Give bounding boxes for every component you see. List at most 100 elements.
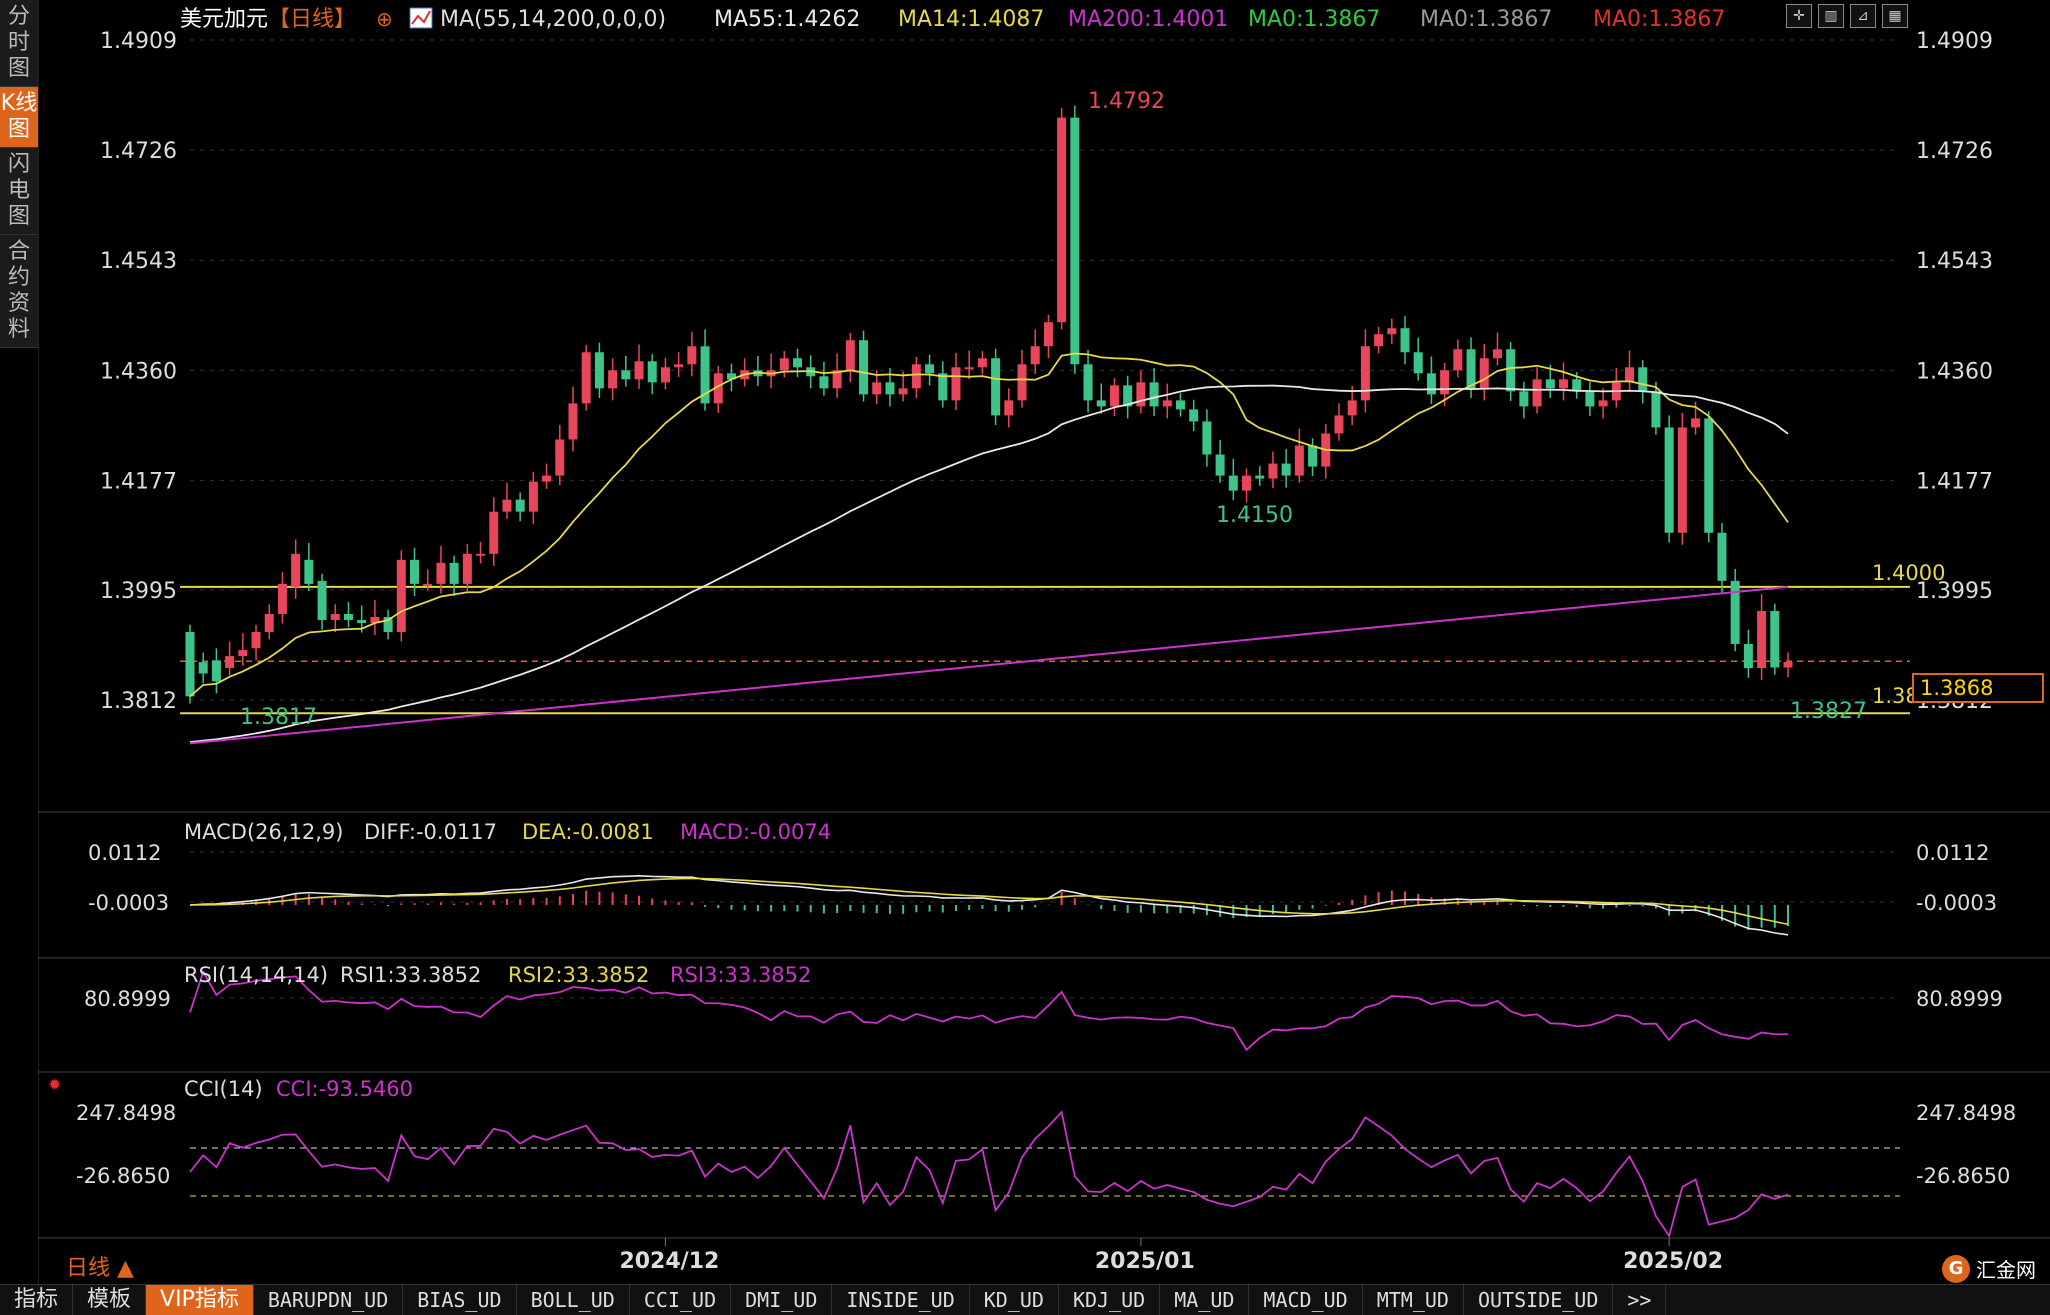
ma0-gray-value: MA0:1.3867: [1420, 7, 1552, 32]
candle-body: [436, 562, 446, 584]
period-selector[interactable]: 日线 ▲: [66, 1250, 134, 1282]
ma200-value: MA200:1.4001: [1068, 7, 1228, 32]
ma14-value: MA14:1.4087: [898, 7, 1044, 32]
candle-body: [1242, 475, 1252, 491]
indicator-tab-14[interactable]: OUTSIDE_UD: [1464, 1285, 1614, 1315]
indicator-tab-0[interactable]: 指标: [0, 1285, 74, 1315]
candle-body: [198, 662, 208, 674]
cci-panel: 247.8498 247.8498 -26.8650 -26.8650: [76, 1101, 2016, 1239]
rsi2-value: RSI2:33.3852: [508, 963, 649, 987]
price-tick-right: 1.4360: [1916, 359, 1993, 384]
tab-flash-chart[interactable]: 闪电图: [0, 148, 38, 235]
add-icon[interactable]: ⊕: [376, 7, 393, 31]
indicator-tab-10[interactable]: KDJ_UD: [1059, 1285, 1161, 1315]
candle-body: [1466, 349, 1476, 389]
chart-area[interactable]: 0.0112 0.0112 -0.0003 -0.0003 80.8999 80.899…: [38, 0, 2050, 1284]
macd-value: MACD:-0.0074: [680, 820, 831, 844]
candle-body: [1360, 346, 1370, 401]
candle-body: [225, 656, 235, 669]
price-tick-left: 1.3812: [100, 689, 177, 714]
indicator-tab-6[interactable]: CCI_UD: [630, 1285, 732, 1315]
cci-tick-left: 247.8498: [76, 1101, 176, 1125]
price-tick-left: 1.4360: [100, 359, 177, 384]
price-tick-right: 1.4726: [1916, 139, 1993, 164]
line-chart-icon[interactable]: ⊿: [1850, 4, 1876, 28]
price-tick-left: 1.4726: [100, 139, 177, 164]
candle-chart-icon[interactable]: ▦: [1882, 4, 1908, 28]
crosshair-icon[interactable]: ✛: [1786, 4, 1812, 28]
candle-body: [449, 562, 459, 584]
logo: G 汇金网: [1942, 1254, 2036, 1283]
ma55-value: MA55:1.4262: [714, 7, 860, 32]
candle-body: [674, 364, 684, 368]
tab-time-chart[interactable]: 分时图: [0, 0, 38, 87]
indicator-tab-5[interactable]: BOLL_UD: [517, 1285, 630, 1315]
candle-body: [1625, 367, 1635, 383]
candle-body: [687, 346, 697, 365]
x-tick-label: 2025/01: [1095, 1249, 1195, 1274]
price-tick-right: 1.4177: [1916, 469, 1993, 494]
candle-body: [1030, 346, 1040, 365]
indicator-tab-11[interactable]: MA_UD: [1160, 1285, 1250, 1315]
candle-body: [938, 373, 948, 401]
indicator-tabs: 指标 模板 VIP指标 BARUPDN_UD BIAS_UD BOLL_UD CCI_UD D…: [0, 1284, 2050, 1315]
indicator-tab-7[interactable]: DMI_UD: [731, 1285, 833, 1315]
tab-kline-chart[interactable]: K线图: [0, 87, 38, 148]
candle-body: [1532, 379, 1542, 407]
candle-body: [779, 358, 789, 371]
candle-body: [1294, 445, 1304, 476]
candle-body: [581, 352, 591, 404]
toolbar-icons: ✛ ▥ ⊿ ▦: [1786, 4, 1908, 28]
moving-averages: [189, 352, 1789, 745]
candle-body: [793, 358, 803, 368]
candle-body: [872, 382, 882, 395]
candle-body: [1506, 349, 1516, 392]
cci-tick-right: 247.8498: [1916, 1101, 2016, 1125]
candle-body: [1162, 400, 1172, 407]
price-tick-right: 1.4543: [1916, 249, 1993, 274]
indicator-tab-9[interactable]: KD_UD: [970, 1285, 1059, 1315]
candle-body: [1083, 364, 1093, 401]
macd-dea-line: [189, 877, 1789, 926]
macd-diff-line: [189, 874, 1789, 936]
candle-body: [1070, 117, 1080, 365]
bar-chart-icon[interactable]: ▥: [1818, 4, 1844, 28]
macd-tick-right: 0.0112: [1916, 841, 1989, 865]
logo-text: 汇金网: [1976, 1258, 2036, 1282]
candle-body: [845, 340, 855, 371]
macd-tick-left: -0.0003: [88, 891, 169, 915]
line-1400-label: 1.4000: [1872, 561, 1945, 585]
indicator-tab-8[interactable]: INSIDE_UD: [832, 1285, 970, 1315]
candle-body: [277, 583, 287, 614]
candle-body: [1730, 580, 1740, 645]
candle-body: [568, 403, 578, 440]
indicator-tab-12[interactable]: MACD_UD: [1249, 1285, 1363, 1315]
candle-body: [1017, 364, 1027, 401]
low-feb-label: 1.4150: [1216, 503, 1293, 528]
indicator-tab-4[interactable]: BIAS_UD: [403, 1285, 517, 1315]
candle-body: [304, 559, 314, 584]
candle-body: [410, 559, 420, 584]
candle-body: [1413, 352, 1423, 374]
candle-body: [1387, 328, 1397, 335]
candle-body: [1347, 400, 1357, 416]
candle-body: [1096, 400, 1106, 407]
indicator-tab-15[interactable]: >>: [1613, 1285, 1667, 1315]
cci-value: CCI:-93.5460: [276, 1077, 413, 1101]
candle-body: [819, 376, 829, 389]
tab-contract-info[interactable]: 合约资料: [0, 235, 38, 348]
indicator-tab-2[interactable]: VIP指标: [146, 1285, 254, 1315]
candle-body: [1585, 391, 1595, 407]
candle-body: [925, 364, 935, 374]
ma0-red-value: MA0:1.3867: [1593, 7, 1725, 32]
cci-marker-icon[interactable]: ✹: [48, 1075, 61, 1094]
indicator-tab-1[interactable]: 模板: [73, 1285, 147, 1315]
candle-body: [211, 660, 221, 682]
candle-body: [357, 619, 367, 623]
candle-body: [515, 499, 525, 512]
indicator-tab-3[interactable]: BARUPDN_UD: [254, 1285, 404, 1315]
rsi-title: RSI(14,14,14): [184, 963, 328, 987]
candle-body: [977, 358, 987, 368]
indicator-tab-13[interactable]: MTM_UD: [1363, 1285, 1464, 1315]
rsi1-value: RSI1:33.3852: [340, 963, 481, 987]
